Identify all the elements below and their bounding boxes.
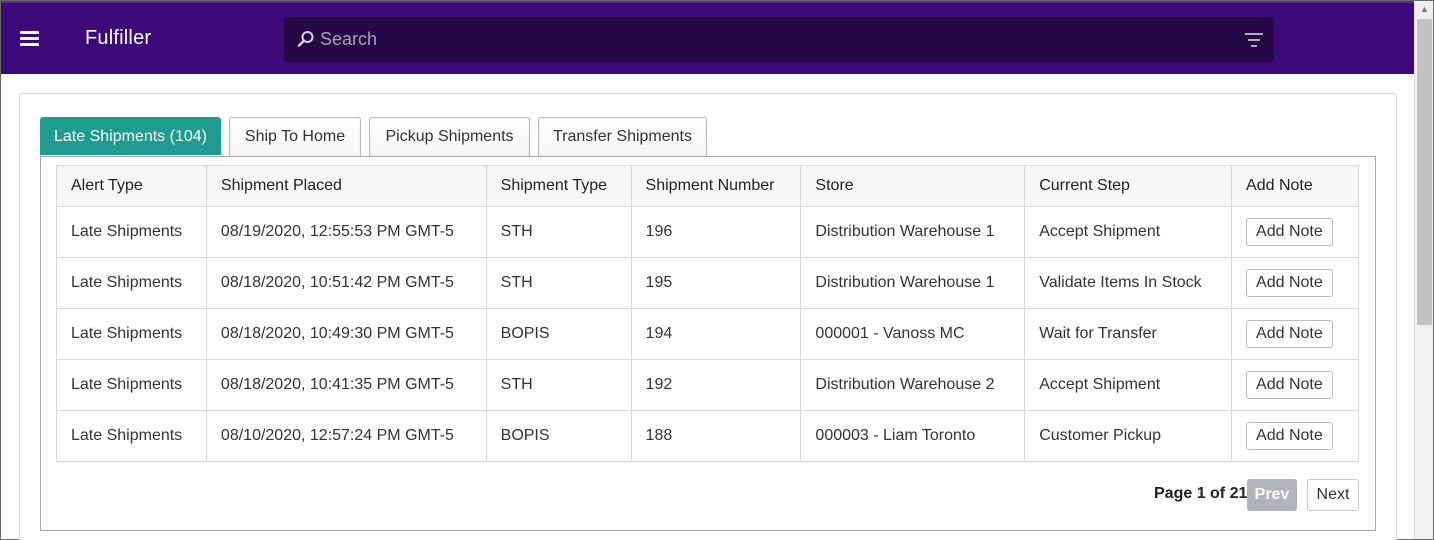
prev-page-button[interactable]: Prev — [1247, 479, 1297, 511]
cell-store: 000001 - Vanoss MC — [800, 308, 1026, 360]
cell-alert-type: Late Shipments — [56, 359, 207, 411]
column-header-add-note: Add Note — [1231, 165, 1359, 207]
cell-current-step: Wait for Transfer — [1024, 308, 1233, 360]
cell-shipment-number: 196 — [630, 206, 802, 258]
tab-late-shipments[interactable]: Late Shipments (104) — [40, 117, 221, 155]
cell-add-note: Add Note — [1231, 359, 1359, 411]
cell-store: Distribution Warehouse 1 — [800, 206, 1026, 258]
add-note-button[interactable]: Add Note — [1246, 320, 1333, 348]
column-header-store[interactable]: Store — [800, 165, 1026, 207]
table-row[interactable]: Late Shipments 08/18/2020, 10:51:42 PM G… — [56, 257, 1359, 309]
tab-ship-to-home[interactable]: Ship To Home — [229, 117, 361, 156]
search-icon — [297, 31, 314, 47]
cell-shipment-type: BOPIS — [485, 410, 632, 462]
cell-shipment-type: STH — [485, 206, 632, 258]
table-row[interactable]: Late Shipments 08/10/2020, 12:57:24 PM G… — [56, 410, 1359, 462]
cell-current-step: Accept Shipment — [1024, 359, 1233, 411]
add-note-button[interactable]: Add Note — [1246, 218, 1333, 246]
cell-current-step: Accept Shipment — [1024, 206, 1233, 258]
next-page-button[interactable]: Next — [1307, 479, 1359, 511]
cell-shipment-placed: 08/18/2020, 10:41:35 PM GMT-5 — [205, 359, 487, 411]
cell-shipment-type: STH — [485, 359, 632, 411]
tab-pickup-shipments[interactable]: Pickup Shipments — [369, 117, 530, 156]
search-input[interactable] — [320, 17, 1220, 62]
top-app-bar: Fulfiller — [1, 1, 1414, 74]
cell-shipment-number: 188 — [630, 410, 802, 462]
vertical-scrollbar[interactable]: ▲ — [1414, 1, 1433, 539]
cell-current-step: Validate Items In Stock — [1024, 257, 1233, 309]
add-note-button[interactable]: Add Note — [1246, 422, 1333, 450]
table-row[interactable]: Late Shipments 08/18/2020, 10:41:35 PM G… — [56, 359, 1359, 411]
cell-add-note: Add Note — [1231, 410, 1359, 462]
add-note-button[interactable]: Add Note — [1246, 269, 1333, 297]
cell-add-note: Add Note — [1231, 308, 1359, 360]
scroll-up-arrow-icon[interactable]: ▲ — [1415, 1, 1434, 18]
cell-alert-type: Late Shipments — [56, 308, 207, 360]
cell-shipment-placed: 08/18/2020, 10:49:30 PM GMT-5 — [205, 308, 487, 360]
shipments-table: Alert Type Shipment Placed Shipment Type… — [56, 165, 1359, 462]
table-header-row: Alert Type Shipment Placed Shipment Type… — [56, 165, 1359, 207]
tab-transfer-shipments[interactable]: Transfer Shipments — [538, 117, 707, 156]
page-indicator: Page 1 of 21 — [1154, 485, 1248, 502]
filter-icon[interactable] — [1245, 32, 1263, 48]
cell-store: 000003 - Liam Toronto — [800, 410, 1026, 462]
cell-alert-type: Late Shipments — [56, 257, 207, 309]
column-header-shipment-number[interactable]: Shipment Number — [630, 165, 802, 207]
cell-alert-type: Late Shipments — [56, 206, 207, 258]
hamburger-menu-icon[interactable] — [20, 31, 39, 47]
scroll-thumb[interactable] — [1417, 19, 1432, 325]
cell-shipment-placed: 08/19/2020, 12:55:53 PM GMT-5 — [205, 206, 487, 258]
cell-store: Distribution Warehouse 1 — [800, 257, 1026, 309]
cell-shipment-type: STH — [485, 257, 632, 309]
search-bar[interactable] — [284, 17, 1274, 62]
add-note-button[interactable]: Add Note — [1246, 371, 1333, 399]
column-header-shipment-placed[interactable]: Shipment Placed — [205, 165, 487, 207]
cell-current-step: Customer Pickup — [1024, 410, 1233, 462]
app-title: Fulfiller — [85, 27, 152, 49]
cell-store: Distribution Warehouse 2 — [800, 359, 1026, 411]
column-header-alert-type[interactable]: Alert Type — [56, 165, 207, 207]
cell-shipment-placed: 08/18/2020, 10:51:42 PM GMT-5 — [205, 257, 487, 309]
column-header-shipment-type[interactable]: Shipment Type — [485, 165, 632, 207]
column-header-current-step[interactable]: Current Step — [1024, 165, 1233, 207]
cell-alert-type: Late Shipments — [56, 410, 207, 462]
cell-shipment-type: BOPIS — [485, 308, 632, 360]
table-row[interactable]: Late Shipments 08/19/2020, 12:55:53 PM G… — [56, 206, 1359, 258]
cell-shipment-number: 192 — [630, 359, 802, 411]
table-row[interactable]: Late Shipments 08/18/2020, 10:49:30 PM G… — [56, 308, 1359, 360]
cell-shipment-number: 194 — [630, 308, 802, 360]
cell-add-note: Add Note — [1231, 206, 1359, 258]
cell-add-note: Add Note — [1231, 257, 1359, 309]
cell-shipment-number: 195 — [630, 257, 802, 309]
cell-shipment-placed: 08/10/2020, 12:57:24 PM GMT-5 — [205, 410, 487, 462]
